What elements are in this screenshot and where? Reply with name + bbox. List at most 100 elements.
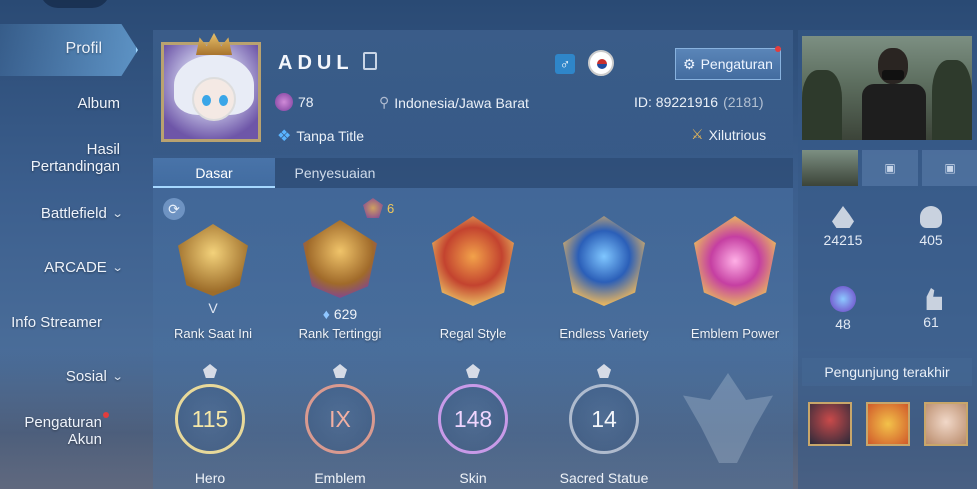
photo-person [862, 48, 926, 140]
notification-dot [775, 46, 781, 52]
charm-stat[interactable]: 48 [803, 286, 883, 332]
sidebar-item-arcade[interactable]: ARCADE ⌄ [44, 259, 123, 276]
level-badge-icon [275, 93, 293, 111]
title-text: Tanpa Title [296, 128, 365, 144]
achievement-regal-style[interactable]: Regal Style [413, 188, 533, 348]
sidebar-item-label: ARCADE [44, 259, 107, 276]
profile-photo[interactable] [802, 36, 972, 140]
sidebar-item-label: Info Streamer [11, 314, 102, 331]
rank-crest [303, 220, 377, 298]
add-photo-icon[interactable]: ▣ [922, 150, 977, 186]
sidebar-item-sosial[interactable]: Sosial ⌄ [65, 368, 124, 385]
achievement-endless-variety[interactable]: Endless Variety [544, 188, 664, 348]
rank-crest [178, 224, 248, 296]
location: ⚲ Indonesia/Jawa Barat [379, 94, 529, 111]
sacred-statue-count: 14 [569, 384, 639, 454]
rank-highest[interactable]: 6 ♦ 629 Rank Tertinggi [280, 188, 400, 348]
skin-count: 148 [438, 384, 508, 454]
squad[interactable]: ⚔ Xilutrious [691, 126, 766, 143]
stat-label: Skin [459, 470, 487, 486]
thumbs-up-icon [926, 288, 942, 310]
sidebar-item-profil[interactable]: Profil [66, 40, 102, 58]
level-value: 78 [298, 94, 314, 110]
avatar-face [192, 77, 236, 121]
rank-label: Endless Variety [559, 326, 649, 341]
popularity-stat[interactable]: 24215 [803, 206, 883, 248]
emblem-icon [333, 364, 347, 378]
likes-value: 61 [923, 314, 939, 330]
rank-label: Rank Tertinggi [298, 326, 382, 341]
chevron-down-icon: ⌄ [111, 371, 124, 383]
sidebar-item-label: Sosial [65, 368, 107, 385]
hero-icon [203, 364, 217, 378]
korea-flag-icon [588, 50, 614, 76]
charm-orb-icon [830, 286, 856, 312]
crest-badge [694, 216, 776, 306]
photo-thumbnail[interactable] [802, 150, 858, 186]
rank-label: Rank Saat Ini [173, 326, 253, 341]
profile-content: ⟳ V Rank Saat Ini 6 ♦ 629 Rank Tertinggi [153, 188, 793, 489]
photo-thumbnails: ▣ ▣ [802, 150, 977, 186]
right-panel: ▣ ▣ 24215 405 48 61 Pengunjung terakhir [798, 30, 977, 489]
player-id[interactable]: ID: 89221916 (2181) [634, 94, 764, 110]
copy-icon[interactable] [363, 52, 377, 70]
statue-icon [597, 364, 611, 378]
stat-label: Sacred Statue [559, 470, 649, 486]
rank-points-value: 629 [333, 306, 358, 322]
squad-name: Xilutrious [708, 126, 767, 143]
player-title[interactable]: ❖ Tanpa Title [277, 126, 364, 146]
photo-tree [802, 70, 842, 140]
visitor-avatar[interactable] [924, 402, 968, 446]
emblem-level: IX [305, 384, 375, 454]
visitor-avatar[interactable] [808, 402, 852, 446]
mythic-badge-icon [363, 198, 383, 218]
sidebar-item-hasil-pertandingan[interactable]: Hasil Pertandingan [0, 141, 120, 175]
sidebar-item-label: Album [77, 95, 120, 112]
player-name: ADUL [278, 52, 354, 74]
crown-icon [196, 33, 232, 55]
profile-tabs: Dasar Penyesuaian [153, 158, 793, 188]
likes-stat[interactable]: 61 [891, 288, 971, 330]
followers-stat[interactable]: 405 [891, 206, 971, 248]
sidebar-nav: Profil Album Hasil Pertandingan Battlefi… [0, 0, 150, 489]
sidebar-item-album[interactable]: Album [77, 95, 120, 112]
rank-points: ♦ 629 [280, 306, 400, 322]
stat-label: Hero [194, 470, 226, 486]
title-wing-icon: ❖ [277, 128, 292, 145]
avatar[interactable] [161, 33, 261, 142]
gear-icon: ⚙ [683, 55, 696, 72]
player-id-text: ID: 89221916 [634, 94, 719, 110]
tab-dasar[interactable]: Dasar [153, 158, 275, 188]
rank-current[interactable]: V Rank Saat Ini [153, 188, 273, 348]
photo-body [862, 84, 926, 140]
location-pin-icon: ⚲ [379, 94, 390, 110]
sidebar-item-info-streamer[interactable]: Info Streamer [11, 314, 102, 331]
flame-icon [832, 206, 854, 228]
sidebar-item-battlefield[interactable]: Battlefield ⌄ [40, 205, 123, 222]
crest-badge [563, 216, 645, 306]
tab-penyesuaian[interactable]: Penyesuaian [275, 158, 395, 188]
sidebar-item-pengaturan-akun[interactable]: Pengaturan Akun [7, 414, 102, 448]
stat-label: Emblem [314, 470, 366, 486]
photo-mask [882, 70, 904, 80]
popularity-value: 24215 [823, 232, 863, 248]
achievement-emblem-power[interactable]: Emblem Power [675, 188, 795, 348]
recent-visitors-title: Pengunjung terakhir [802, 358, 972, 386]
rank-label: Emblem Power [690, 326, 780, 341]
badge-count-value: 6 [387, 200, 395, 216]
profile-header: ADUL ♂ ⚙ Pengaturan 78 ⚲ Indonesia/Jawa … [153, 30, 793, 155]
skin-icon [466, 364, 480, 378]
rank-tier: V [208, 300, 218, 316]
sidebar-top-ornament [40, 0, 110, 8]
visitor-avatar[interactable] [866, 402, 910, 446]
add-photo-icon[interactable]: ▣ [862, 150, 918, 186]
settings-button[interactable]: ⚙ Pengaturan [675, 48, 781, 80]
profile-main-panel: ADUL ♂ ⚙ Pengaturan 78 ⚲ Indonesia/Jawa … [153, 30, 793, 489]
location-text: Indonesia/Jawa Barat [394, 94, 529, 111]
avatar-eye [202, 95, 211, 106]
badge-count: 6 [363, 198, 394, 218]
sidebar-item-label: Profil [65, 40, 102, 57]
sidebar-item-label: Battlefield [40, 205, 107, 222]
gender-male-icon: ♂ [555, 54, 575, 74]
settings-button-label: Pengaturan [700, 56, 773, 72]
